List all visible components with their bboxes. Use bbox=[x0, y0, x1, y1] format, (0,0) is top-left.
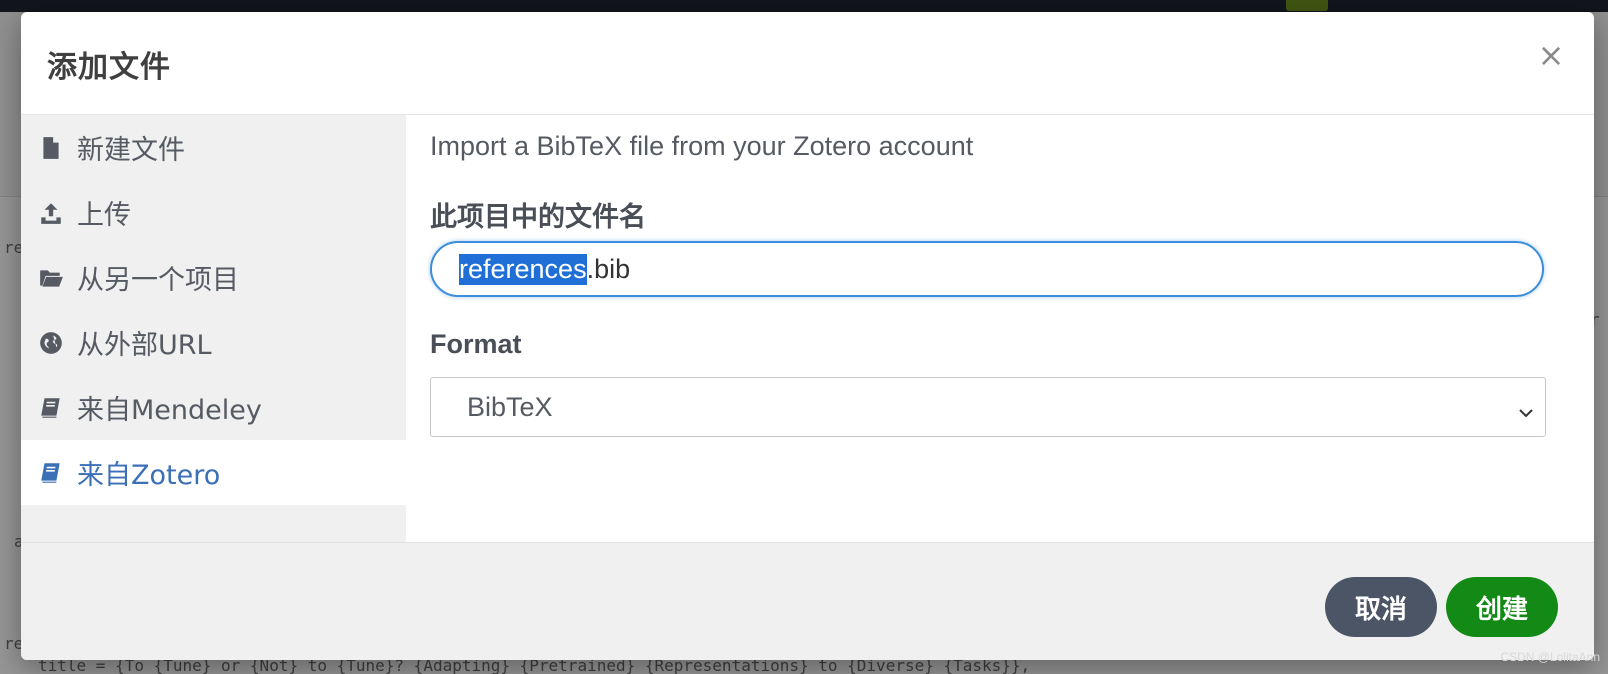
sidebar-item-label: 来自Zotero bbox=[77, 460, 221, 491]
sidebar-item-zotero[interactable]: 来自Zotero bbox=[21, 440, 406, 505]
format-select[interactable]: BibTeX bbox=[430, 377, 1546, 437]
chevron-down-icon bbox=[1517, 398, 1535, 418]
modal-footer: 取消 创建 bbox=[21, 542, 1594, 660]
filename-extension-text: .bib bbox=[586, 253, 631, 284]
upload-icon bbox=[37, 199, 65, 227]
modal-title: 添加文件 bbox=[47, 50, 171, 85]
format-label: Format bbox=[430, 329, 522, 359]
folder-open-icon bbox=[37, 264, 65, 292]
cancel-button[interactable]: 取消 bbox=[1325, 577, 1437, 637]
zotero-import-panel: Import a BibTeX file from your Zotero ac… bbox=[406, 115, 1594, 542]
file-icon bbox=[37, 134, 65, 162]
sidebar-item-label: 从外部URL bbox=[77, 330, 212, 361]
sidebar-item-from-project[interactable]: 从另一个项目 bbox=[21, 245, 406, 310]
add-file-modal: 添加文件 × 新建文件 上传 从另一个项目 从外部URL 来自Mendeley … bbox=[21, 12, 1594, 660]
sidebar-item-label: 上传 bbox=[77, 200, 131, 231]
book-icon bbox=[37, 394, 65, 422]
create-button[interactable]: 创建 bbox=[1446, 577, 1558, 637]
filename-label: 此项目中的文件名 bbox=[430, 202, 646, 233]
add-file-sidebar: 新建文件 上传 从另一个项目 从外部URL 来自Mendeley 来自Zoter… bbox=[21, 115, 406, 542]
watermark: CSDN @LolitaAnn bbox=[1500, 650, 1600, 664]
sidebar-item-from-url[interactable]: 从外部URL bbox=[21, 310, 406, 375]
sidebar-item-label: 从另一个项目 bbox=[77, 265, 239, 296]
sidebar-item-label: 来自Mendeley bbox=[77, 395, 262, 426]
format-selected-value: BibTeX bbox=[467, 391, 553, 422]
globe-icon bbox=[37, 329, 65, 357]
book-icon bbox=[37, 459, 65, 487]
modal-header: 添加文件 × bbox=[21, 12, 1594, 115]
sidebar-item-label: 新建文件 bbox=[77, 135, 185, 166]
sidebar-item-mendeley[interactable]: 来自Mendeley bbox=[21, 375, 406, 440]
sidebar-item-new-file[interactable]: 新建文件 bbox=[21, 115, 406, 180]
sidebar-item-upload[interactable]: 上传 bbox=[21, 180, 406, 245]
close-icon[interactable]: × bbox=[1534, 38, 1568, 72]
import-description: Import a BibTeX file from your Zotero ac… bbox=[430, 131, 974, 161]
filename-input[interactable]: references .bib bbox=[430, 241, 1544, 297]
filename-selected-text: references bbox=[459, 253, 587, 285]
